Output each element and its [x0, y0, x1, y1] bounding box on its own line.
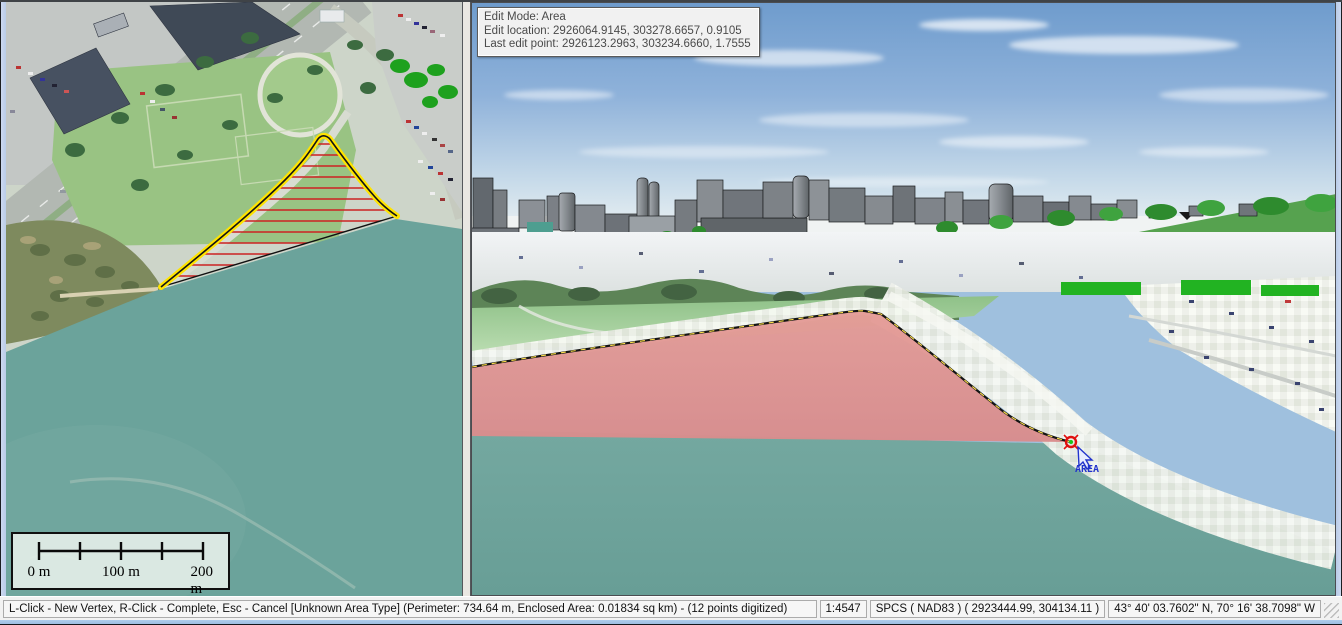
scale-bar: 0 m 100 m 200 m — [11, 532, 230, 590]
edit-mode-line: Edit Mode: Area — [484, 11, 751, 25]
workspace: 0 m 100 m 200 m — [0, 2, 1342, 596]
cursor-area-label: AREA — [1075, 464, 1099, 475]
window-resize-grip[interactable] — [1324, 603, 1339, 618]
scale-label-0: 0 m — [28, 564, 51, 581]
status-bar: L-Click - New Vertex, R-Click - Complete… — [0, 596, 1342, 620]
map-2d-panel[interactable]: 0 m 100 m 200 m — [6, 2, 462, 596]
status-projection: SPCS ( NAD83 ) ( 2923444.99, 304134.11 ) — [870, 600, 1106, 618]
active-vertex-marker — [1064, 435, 1078, 449]
scale-label-200: 200 m — [191, 564, 216, 596]
window-right-edge — [1336, 2, 1342, 596]
edit-location-line: Edit location: 2926064.9145, 303278.6657… — [484, 25, 751, 39]
parking-topright — [1061, 276, 1335, 432]
panel-splitter[interactable] — [462, 2, 471, 596]
view-3d-panel[interactable]: AREA Edit Mode: Area Edit location: 2926… — [471, 2, 1336, 596]
gis-application-window: 0 m 100 m 200 m — [0, 0, 1342, 625]
scale-bar-ticks — [13, 534, 228, 564]
status-position: 43° 40' 03.7602" N, 70° 16' 38.7098" W — [1108, 600, 1321, 618]
last-edit-point-line: Last edit point: 2926123.2963, 303234.66… — [484, 38, 751, 52]
window-bottom-edge — [0, 620, 1342, 625]
status-scale: 1:4547 — [820, 600, 867, 618]
scale-label-100: 100 m — [102, 564, 140, 581]
scale-bar-labels: 0 m 100 m 200 m — [13, 564, 228, 588]
view-3d-canvas[interactable]: AREA — [472, 3, 1335, 595]
status-message: L-Click - New Vertex, R-Click - Complete… — [3, 600, 817, 618]
edit-info-box: Edit Mode: Area Edit location: 2926064.9… — [477, 7, 760, 57]
map-2d-canvas[interactable] — [6, 2, 462, 596]
